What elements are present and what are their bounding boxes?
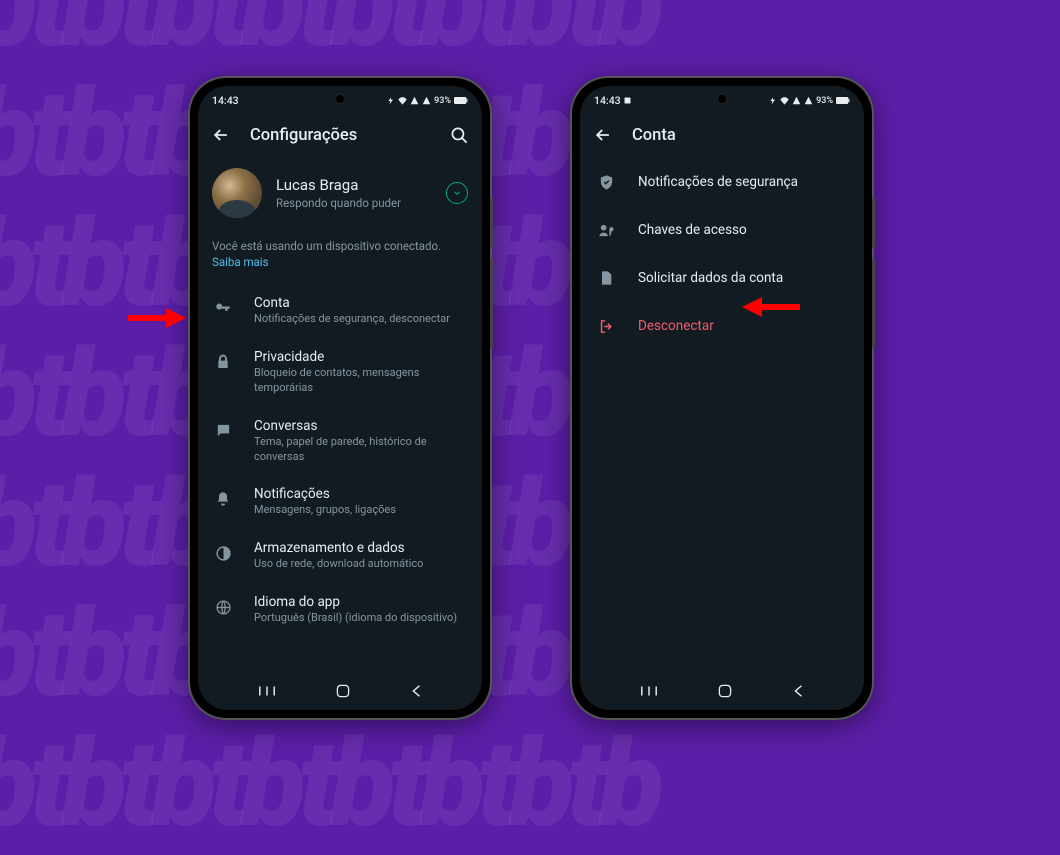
- passkey-icon: [596, 220, 616, 240]
- setting-conversas[interactable]: Conversas Tema, papel de parede, históri…: [198, 407, 482, 476]
- status-icons: 93%: [387, 96, 468, 106]
- header: Configurações: [198, 112, 482, 158]
- setting-sub: Tema, papel de parede, histórico de conv…: [254, 435, 468, 465]
- status-battery: 93%: [434, 96, 451, 106]
- setting-sub: Bloqueio de contatos, mensagens temporár…: [254, 366, 468, 396]
- shield-icon: [596, 172, 616, 192]
- setting-conta[interactable]: Conta Notificações de segurança, descone…: [198, 284, 482, 338]
- learn-more-link[interactable]: Saiba mais: [212, 255, 269, 269]
- account-item-label: Notificações de segurança: [638, 174, 798, 190]
- chat-icon: [212, 420, 234, 442]
- android-nav-bar: [580, 672, 864, 710]
- camera-cutout: [335, 94, 345, 104]
- home-icon[interactable]: [335, 683, 351, 699]
- account-disconnect[interactable]: Desconectar: [580, 302, 864, 350]
- setting-privacidade[interactable]: Privacidade Bloqueio de contatos, mensag…: [198, 338, 482, 407]
- android-nav-bar: [198, 672, 482, 710]
- back-icon[interactable]: [210, 124, 232, 146]
- home-icon[interactable]: [717, 683, 733, 699]
- setting-sub: Notificações de segurança, desconectar: [254, 312, 468, 327]
- profile-status: Respondo quando puder: [276, 196, 432, 210]
- account-item-label: Desconectar: [638, 318, 714, 334]
- logout-icon: [596, 316, 616, 336]
- header-title: Conta: [632, 126, 852, 145]
- status-time: 14:43: [594, 94, 621, 107]
- setting-title: Idioma do app: [254, 594, 468, 610]
- setting-sub: Uso de rede, download automático: [254, 557, 468, 572]
- key-icon: [212, 297, 234, 319]
- status-icons: 93%: [769, 96, 850, 106]
- status-battery: 93%: [816, 96, 833, 106]
- qr-icon[interactable]: [446, 182, 468, 204]
- account-request-data[interactable]: Solicitar dados da conta: [580, 254, 864, 302]
- search-icon[interactable]: [448, 124, 470, 146]
- recents-icon[interactable]: [258, 684, 276, 698]
- back-icon[interactable]: [592, 124, 614, 146]
- setting-title: Conta: [254, 295, 468, 311]
- header-title: Configurações: [250, 126, 430, 145]
- account-passkeys[interactable]: Chaves de acesso: [580, 206, 864, 254]
- back-nav-icon[interactable]: [792, 684, 804, 698]
- background-pattern: tbtbtbtbtbtbtbtb tbtbtbtbtbtbtbtb tbtbtb…: [0, 0, 1060, 855]
- setting-sub: Mensagens, grupos, ligações: [254, 503, 468, 518]
- setting-title: Conversas: [254, 418, 468, 434]
- setting-armazenamento[interactable]: Armazenamento e dados Uso de rede, downl…: [198, 529, 482, 583]
- account-item-label: Solicitar dados da conta: [638, 270, 783, 286]
- globe-icon: [212, 596, 234, 618]
- header: Conta: [580, 112, 864, 158]
- profile-row[interactable]: Lucas Braga Respondo quando puder: [198, 158, 482, 232]
- setting-title: Privacidade: [254, 349, 468, 365]
- annotation-arrow-left: [128, 306, 188, 330]
- setting-notificacoes[interactable]: Notificações Mensagens, grupos, ligações: [198, 475, 482, 529]
- profile-name: Lucas Braga: [276, 176, 432, 194]
- camera-cutout: [717, 94, 727, 104]
- status-time: 14:43: [212, 94, 239, 107]
- lock-icon: [212, 351, 234, 373]
- bell-icon: [212, 488, 234, 510]
- setting-title: Armazenamento e dados: [254, 540, 468, 556]
- setting-sub: Português (Brasil) (idioma do dispositiv…: [254, 611, 468, 626]
- setting-title: Notificações: [254, 486, 468, 502]
- data-icon: [212, 542, 234, 564]
- annotation-arrow-right: [740, 295, 800, 319]
- phone-settings: 14:43 93% Configurações Lucas Braga: [190, 78, 490, 718]
- setting-idioma[interactable]: Idioma do app Português (Brasil) (idioma…: [198, 583, 482, 637]
- account-item-label: Chaves de acesso: [638, 222, 747, 238]
- document-icon: [596, 268, 616, 288]
- back-nav-icon[interactable]: [410, 684, 422, 698]
- avatar: [212, 168, 262, 218]
- account-security-notifications[interactable]: Notificações de segurança: [580, 158, 864, 206]
- phone-account: 14:43 93% Conta Notificações de seguranç…: [572, 78, 872, 718]
- recents-icon[interactable]: [640, 684, 658, 698]
- connected-device-notice: Você está usando um dispositivo conectad…: [198, 232, 482, 284]
